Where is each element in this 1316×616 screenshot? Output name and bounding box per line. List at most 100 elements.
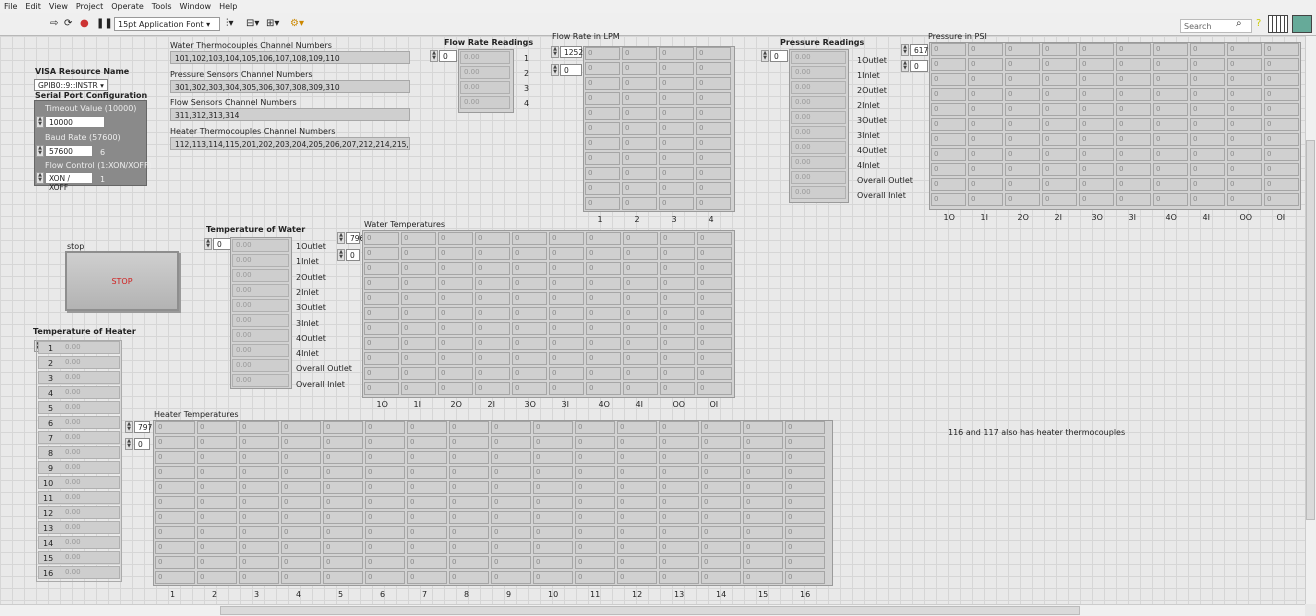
water-temp-index-spinner[interactable]: ▲ ▼ [204, 238, 212, 250]
resize-objects-icon[interactable]: ⊞▾ [266, 18, 279, 29]
heater-temps-cell[interactable]: 0 [491, 496, 531, 509]
water-temp-index[interactable]: 0 [213, 238, 231, 250]
heater-temps-cell[interactable]: 0 [155, 436, 195, 449]
water-temps-cell[interactable]: 0 [512, 292, 547, 305]
water-temps-cell[interactable]: 0 [660, 322, 695, 335]
heater-temps-cell[interactable]: 0 [785, 421, 825, 434]
pressure-psi-cell[interactable]: 0 [1153, 58, 1188, 71]
flow-lpm-cell[interactable]: 0 [622, 197, 657, 210]
water-temps-cell[interactable]: 0 [549, 292, 584, 305]
water-temps-cell[interactable]: 0 [549, 382, 584, 395]
pressure-psi-cell[interactable]: 0 [1116, 43, 1151, 56]
pressure-reading-cell[interactable]: 0.00 [791, 156, 846, 169]
pressure-psi-cell[interactable]: 0 [1227, 43, 1262, 56]
water-temps-cell[interactable]: 0 [623, 277, 658, 290]
heater-temps-cell[interactable]: 0 [659, 436, 699, 449]
heater-temps-cell[interactable]: 0 [323, 511, 363, 524]
water-temps-cell[interactable]: 0 [549, 337, 584, 350]
heater-temps-cell[interactable]: 0 [743, 526, 783, 539]
water-temps-col-spinner[interactable]: ▲ ▼ [337, 249, 345, 261]
pressure-psi-row-index[interactable]: 617 [910, 44, 928, 56]
heater-temps-cell[interactable]: 0 [449, 541, 489, 554]
water-temps-cell[interactable]: 0 [401, 337, 436, 350]
water-temps-cell[interactable]: 0 [586, 277, 621, 290]
heater-temps-cell[interactable]: 0 [281, 496, 321, 509]
water-temps-cell[interactable]: 0 [438, 382, 473, 395]
flow-lpm-cell[interactable]: 0 [659, 77, 694, 90]
water-temps-cell[interactable]: 0 [512, 382, 547, 395]
heater-temps-cell[interactable]: 0 [155, 526, 195, 539]
water-temps-cell[interactable]: 0 [660, 367, 695, 380]
pressure-psi-cell[interactable]: 0 [931, 148, 966, 161]
menu-item-view[interactable]: View [45, 0, 72, 11]
heater-temps-cell[interactable]: 0 [743, 451, 783, 464]
pressure-psi-cell[interactable]: 0 [1190, 118, 1225, 131]
flow-lpm-row-index[interactable]: 1252 [560, 46, 583, 58]
water-temps-cell[interactable]: 0 [438, 307, 473, 320]
water-temp-cell[interactable]: 0.00 [232, 359, 289, 372]
heater-temps-cell[interactable]: 0 [239, 436, 279, 449]
pressure-psi-cell[interactable]: 0 [1079, 163, 1114, 176]
water-temps-cell[interactable]: 0 [586, 307, 621, 320]
water-temps-cell[interactable]: 0 [475, 337, 510, 350]
align-objects-icon[interactable]: ⫶▾ [226, 18, 234, 29]
heater-temps-cell[interactable]: 0 [323, 571, 363, 584]
flow-readings-index-spinner[interactable]: ▲ ▼ [430, 50, 438, 62]
pressure-psi-cell[interactable]: 0 [1005, 58, 1040, 71]
pressure-psi-cell[interactable]: 0 [1116, 148, 1151, 161]
pressure-psi-cell[interactable]: 0 [931, 163, 966, 176]
water-temps-cell[interactable]: 0 [623, 232, 658, 245]
heater-temps-cell[interactable]: 0 [575, 481, 615, 494]
pressure-psi-cell[interactable]: 0 [1264, 43, 1299, 56]
water-temps-row-index[interactable]: 796 [346, 232, 364, 244]
heater-temps-cell[interactable]: 0 [155, 541, 195, 554]
heater-temps-cell[interactable]: 0 [407, 526, 447, 539]
pause-icon[interactable]: ❚❚ [96, 18, 113, 29]
pressure-psi-cell[interactable]: 0 [1042, 163, 1077, 176]
water-temp-cell[interactable]: 0.00 [232, 374, 289, 387]
heater-temps-cell[interactable]: 0 [281, 436, 321, 449]
pressure-psi-cell[interactable]: 0 [931, 73, 966, 86]
water-temps-cell[interactable]: 0 [697, 262, 732, 275]
water-temps-cell[interactable]: 0 [660, 352, 695, 365]
heater-temps-cell[interactable]: 0 [785, 526, 825, 539]
heater-temps-cell[interactable]: 0 [197, 511, 237, 524]
pressure-channels-field[interactable]: 301,302,303,304,305,306,307,308,309,310 [170, 80, 410, 93]
water-temps-cell[interactable]: 0 [623, 337, 658, 350]
heater-temps-cell[interactable]: 0 [281, 451, 321, 464]
pressure-psi-cell[interactable]: 0 [1264, 148, 1299, 161]
water-temps-cell[interactable]: 0 [475, 367, 510, 380]
water-temps-cell[interactable]: 0 [364, 232, 399, 245]
heater-temps-col-index[interactable]: 0 [134, 438, 150, 450]
pressure-psi-cell[interactable]: 0 [1153, 43, 1188, 56]
water-temps-cell[interactable]: 0 [438, 262, 473, 275]
pressure-psi-cell[interactable]: 0 [1079, 58, 1114, 71]
water-temps-cell[interactable]: 0 [549, 352, 584, 365]
heater-temps-cell[interactable]: 0 [365, 496, 405, 509]
heater-temps-cell[interactable]: 0 [617, 571, 657, 584]
flow-readings-index[interactable]: 0 [439, 50, 457, 62]
heater-temps-cell[interactable]: 0 [533, 496, 573, 509]
heater-temps-cell[interactable]: 0 [365, 541, 405, 554]
heater-temps-cell[interactable]: 0 [239, 511, 279, 524]
pressure-psi-cell[interactable]: 0 [1005, 193, 1040, 206]
water-temp-cell[interactable]: 0.00 [232, 314, 289, 327]
pressure-reading-cell[interactable]: 0.00 [791, 171, 846, 184]
heater-temps-cell[interactable]: 0 [701, 466, 741, 479]
flow-lpm-cell[interactable]: 0 [585, 47, 620, 60]
pressure-psi-cell[interactable]: 0 [1116, 178, 1151, 191]
heater-temps-cell[interactable]: 0 [155, 466, 195, 479]
heater-temps-cell[interactable]: 0 [785, 541, 825, 554]
pressure-psi-cell[interactable]: 0 [1153, 163, 1188, 176]
water-temps-cell[interactable]: 0 [438, 352, 473, 365]
heater-temps-cell[interactable]: 0 [239, 526, 279, 539]
heater-temps-cell[interactable]: 0 [239, 541, 279, 554]
water-temp-cell[interactable]: 0.00 [232, 344, 289, 357]
water-temps-cell[interactable]: 0 [364, 307, 399, 320]
water-temps-cell[interactable]: 0 [438, 247, 473, 260]
pressure-reading-cell[interactable]: 0.00 [791, 111, 846, 124]
water-temps-row-spinner[interactable]: ▲ ▼ [337, 232, 345, 244]
pressure-psi-cell[interactable]: 0 [1264, 58, 1299, 71]
water-temps-cell[interactable]: 0 [549, 322, 584, 335]
heater-temps-col-spinner[interactable]: ▲ ▼ [125, 438, 133, 450]
